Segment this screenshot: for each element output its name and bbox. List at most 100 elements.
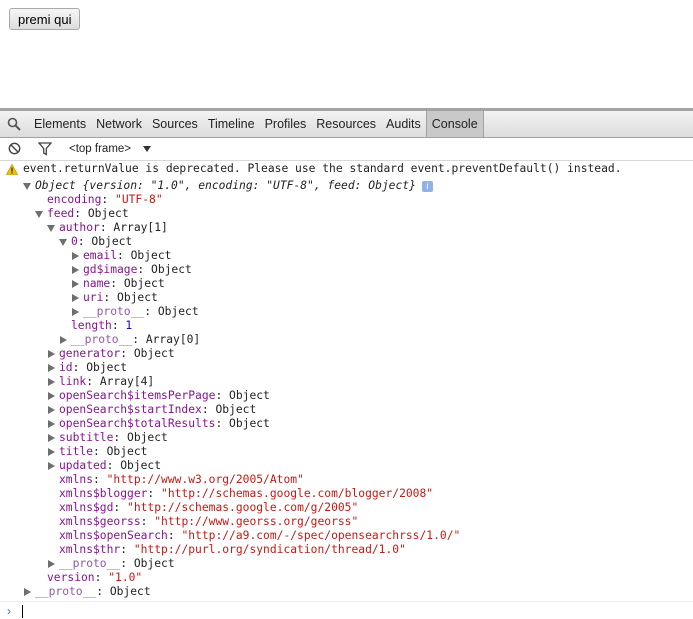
tree-row[interactable]: link: Array[4] <box>48 375 154 389</box>
devtools-panel: Elements Network Sources Timeline Profiles Re… <box>0 108 693 618</box>
property-value: Array[0] <box>145 333 201 346</box>
tree-row[interactable]: 0: Object <box>59 235 132 249</box>
expand-triangle-icon[interactable] <box>48 560 55 568</box>
chevron-down-icon[interactable] <box>143 146 151 152</box>
property-value: Object <box>86 361 128 374</box>
console-warning-message: event.returnValue is deprecated. Please … <box>0 161 693 178</box>
expand-triangle-icon[interactable] <box>48 406 55 414</box>
tab-console[interactable]: Console <box>425 111 484 137</box>
filter-icon[interactable] <box>38 142 52 156</box>
tree-row[interactable]: openSearch$itemsPerPage: Object <box>48 389 270 403</box>
key-separator: : <box>140 515 155 528</box>
property-value: Object <box>229 389 270 402</box>
property-value: Object <box>120 459 162 472</box>
expand-triangle-icon[interactable] <box>24 588 31 596</box>
property-key: encoding <box>47 193 102 206</box>
property-key: uri <box>83 291 104 304</box>
tree-row[interactable]: __proto__: Object <box>24 585 151 599</box>
tree-row[interactable]: email: Object <box>72 249 172 263</box>
collapse-triangle-icon[interactable] <box>35 211 43 218</box>
key-separator: : <box>111 319 126 332</box>
tree-row[interactable]: uri: Object <box>72 291 158 305</box>
property-key: version <box>47 571 95 584</box>
property-value: Object <box>215 403 257 416</box>
property-key: feed <box>47 207 75 220</box>
tab-audits[interactable]: Audits <box>381 111 426 137</box>
property-key: updated <box>59 459 107 472</box>
expand-triangle-icon[interactable] <box>72 294 79 302</box>
property-value: "UTF-8" <box>115 193 163 206</box>
tree-row[interactable]: generator: Object <box>48 347 175 361</box>
tree-row[interactable]: __proto__: Array[0] <box>60 333 201 347</box>
premi-qui-button[interactable]: premi qui <box>9 8 81 30</box>
collapse-triangle-icon[interactable] <box>47 225 55 232</box>
expand-triangle-icon[interactable] <box>48 364 55 372</box>
property-value: "http://schemas.google.com/g/2005" <box>127 501 359 514</box>
tree-row[interactable]: subtitle: Object <box>48 431 168 445</box>
property-value: Object <box>151 263 192 276</box>
property-key: xmlns$gd <box>59 501 114 514</box>
tree-row[interactable]: __proto__: Object <box>72 305 199 319</box>
devtools-tabs: Elements Network Sources Timeline Profiles Re… <box>29 111 484 137</box>
expand-triangle-icon[interactable] <box>72 280 79 288</box>
expand-triangle-icon[interactable] <box>48 434 55 442</box>
clear-console-icon[interactable] <box>8 142 21 155</box>
tree-row[interactable]: name: Object <box>72 277 165 291</box>
key-separator: : <box>137 263 152 276</box>
key-separator: : <box>144 305 158 318</box>
tab-sources[interactable]: Sources <box>147 111 203 137</box>
tree-row[interactable]: gd$image: Object <box>72 263 192 277</box>
expand-triangle-icon[interactable] <box>48 420 55 428</box>
property-key: __proto__ <box>59 557 121 570</box>
property-key: email <box>83 249 118 262</box>
tab-timeline[interactable]: Timeline <box>203 111 260 137</box>
tab-profiles[interactable]: Profiles <box>260 111 312 137</box>
property-key: xmlns$openSearch <box>59 529 168 542</box>
property-value: Object <box>127 431 168 444</box>
property-key: openSearch$totalResults <box>59 417 216 430</box>
tree-row: xmlns$blogger: "http://schemas.google.co… <box>59 487 433 501</box>
tree-row[interactable]: openSearch$totalResults: Object <box>48 417 270 431</box>
property-key: name <box>83 277 111 290</box>
tree-row[interactable]: __proto__: Object <box>48 557 175 571</box>
tree-row[interactable]: openSearch$startIndex: Object <box>48 403 257 417</box>
tab-network[interactable]: Network <box>91 111 147 137</box>
key-separator: : <box>120 543 134 556</box>
property-key: openSearch$startIndex <box>59 403 202 416</box>
property-value: "http://a9.com/-/spec/opensearchrss/1.0/… <box>181 529 461 542</box>
expand-triangle-icon[interactable] <box>48 448 55 456</box>
tree-row[interactable]: id: Object <box>48 361 128 375</box>
expand-triangle-icon[interactable] <box>72 252 79 260</box>
console-prompt[interactable]: › <box>0 601 693 619</box>
property-value: Object <box>130 249 172 262</box>
search-icon[interactable] <box>7 117 21 131</box>
tab-elements[interactable]: Elements <box>29 111 91 137</box>
property-key: length <box>71 319 112 332</box>
expand-triangle-icon[interactable] <box>48 350 55 358</box>
tab-resources[interactable]: Resources <box>311 111 381 137</box>
key-separator: : <box>93 473 107 486</box>
key-separator: : <box>201 403 216 416</box>
object-preview-row[interactable]: Object {version: "1.0", encoding: "UTF-8… <box>23 179 433 193</box>
key-separator: : <box>215 417 230 430</box>
collapse-triangle-icon[interactable] <box>59 239 67 246</box>
frame-select[interactable]: <top frame> <box>69 141 131 157</box>
key-separator: : <box>106 459 121 472</box>
expand-triangle-icon[interactable] <box>48 462 55 470</box>
expand-triangle-icon[interactable] <box>48 378 55 386</box>
property-key: title <box>59 445 94 458</box>
expand-triangle-icon[interactable] <box>48 392 55 400</box>
tree-row[interactable]: author: Array[1] <box>47 221 168 235</box>
tree-row[interactable]: updated: Object <box>48 459 162 473</box>
key-separator: : <box>93 445 107 458</box>
tree-row[interactable]: title: Object <box>48 445 148 459</box>
warning-text: event.returnValue is deprecated. Please … <box>23 162 622 175</box>
property-key: openSearch$itemsPerPage <box>59 389 216 402</box>
info-icon[interactable]: i <box>421 180 433 192</box>
expand-triangle-icon[interactable] <box>72 308 79 316</box>
expand-triangle-icon[interactable] <box>23 183 31 190</box>
property-value: Object <box>106 445 148 458</box>
expand-triangle-icon[interactable] <box>60 336 67 344</box>
expand-triangle-icon[interactable] <box>72 266 79 274</box>
tree-row[interactable]: feed: Object <box>35 207 129 221</box>
